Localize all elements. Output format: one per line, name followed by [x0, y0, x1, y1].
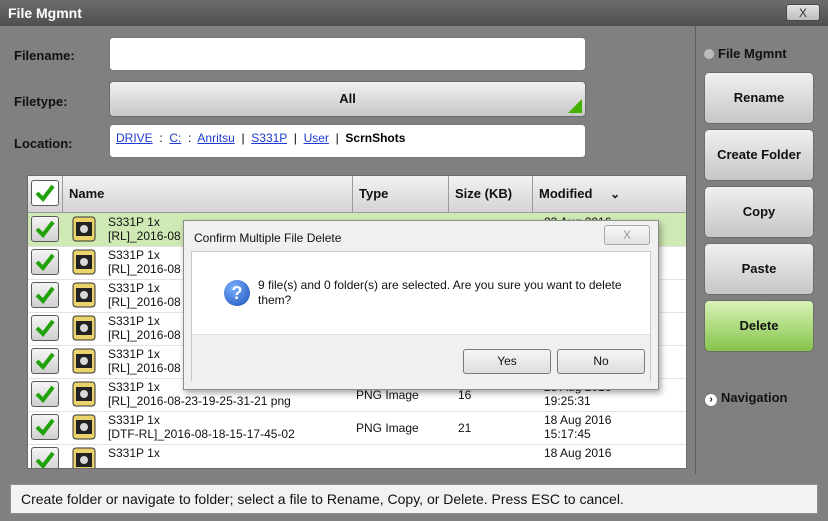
- file-name-line2: [RL]_2016-08: [108, 262, 181, 276]
- breadcrumb-s331p[interactable]: S331P: [251, 131, 287, 145]
- file-name-line1: S331P 1x: [108, 446, 160, 460]
- question-icon: ?: [224, 280, 250, 306]
- check-icon: [35, 385, 55, 404]
- file-name-line2: [RL]_2016-08: [108, 328, 181, 342]
- row-checkbox[interactable]: [31, 348, 59, 374]
- dropdown-corner-icon: [568, 99, 582, 113]
- file-modified-date: 18 Aug 2016: [544, 413, 612, 427]
- status-bar: Create folder or navigate to folder; sel…: [10, 484, 818, 514]
- row-checkbox[interactable]: [31, 414, 59, 440]
- row-checkbox[interactable]: [31, 216, 59, 242]
- file-name-line2: [DTF-RL]_2016-08-18-15-17-45-02: [108, 427, 295, 441]
- file-name-line1: S331P 1x: [108, 248, 160, 262]
- filetype-value: All: [339, 91, 356, 106]
- file-name-line1: S331P 1x: [108, 215, 160, 229]
- chevron-down-icon: ⌄: [610, 187, 621, 201]
- file-size: 21: [458, 421, 472, 435]
- file-name-line2: [RL]_2016-08: [108, 361, 181, 375]
- file-size: 16: [458, 388, 472, 402]
- breadcrumb-current-folder: ScrnShots: [345, 131, 406, 145]
- file-modified-time: 15:17:45: [544, 427, 591, 441]
- location-label: Location:: [14, 136, 73, 151]
- file-modified-date: 18 Aug 2016: [544, 446, 612, 460]
- create-folder-button[interactable]: Create Folder: [704, 129, 814, 181]
- panel-divider: [695, 26, 696, 474]
- file-mgmnt-window: File Mgmnt X Filename: Filetype: All Loc…: [0, 0, 828, 521]
- file-modified-time: 19:25:31: [544, 394, 591, 408]
- check-icon: [35, 352, 55, 371]
- check-icon: [35, 220, 55, 239]
- filename-field[interactable]: [109, 37, 586, 71]
- file-name-line1: S331P 1x: [108, 281, 160, 295]
- window-close-button[interactable]: X: [786, 4, 820, 21]
- filetype-selector[interactable]: All: [109, 81, 586, 117]
- yes-button[interactable]: Yes: [463, 349, 551, 374]
- row-checkbox[interactable]: [31, 249, 59, 275]
- location-breadcrumb: DRIVE : C: : Anritsu | S331P | User | Sc…: [109, 124, 586, 158]
- check-icon: [35, 319, 55, 338]
- dialog-footer: Yes No: [192, 334, 650, 381]
- copy-button[interactable]: Copy: [704, 186, 814, 238]
- window-title: File Mgmnt: [8, 5, 82, 21]
- check-icon: [35, 451, 55, 468]
- dialog-close-button[interactable]: X: [604, 225, 650, 245]
- column-type[interactable]: Type: [352, 176, 448, 212]
- file-name-line1: S331P 1x: [108, 413, 160, 427]
- confirm-delete-dialog: Confirm Multiple File Delete X ? 9 file(…: [183, 220, 659, 390]
- sidebar: File Mgmnt Rename Create Folder Copy Pas…: [698, 30, 828, 470]
- rename-button[interactable]: Rename: [704, 72, 814, 124]
- column-modified-label: Modified: [539, 186, 593, 201]
- file-type: PNG Image: [356, 421, 419, 435]
- paste-button[interactable]: Paste: [704, 243, 814, 295]
- navigation-label: Navigation: [721, 390, 788, 405]
- file-type: PNG Image: [356, 388, 419, 402]
- filetype-label: Filetype:: [14, 94, 68, 109]
- check-icon: [35, 253, 55, 272]
- collapse-icon: [704, 49, 714, 59]
- breadcrumb-user[interactable]: User: [304, 131, 329, 145]
- table-row[interactable]: S331P 1x [DTF-RL]_2016-08-18-15-17-45-02 P…: [28, 411, 686, 445]
- row-checkbox[interactable]: [31, 381, 59, 407]
- image-file-icon: [72, 216, 96, 242]
- filename-label: Filename:: [14, 48, 75, 63]
- row-checkbox[interactable]: [31, 282, 59, 308]
- check-icon: [35, 418, 55, 437]
- breadcrumb-anritsu[interactable]: Anritsu: [197, 131, 234, 145]
- dialog-message: 9 file(s) and 0 folder(s) are selected. …: [258, 278, 622, 307]
- image-file-icon: [72, 282, 96, 308]
- title-bar: File Mgmnt X: [0, 0, 828, 26]
- file-name-line1: S331P 1x: [108, 314, 160, 328]
- sidebar-header: File Mgmnt: [704, 46, 787, 61]
- row-checkbox[interactable]: [31, 315, 59, 341]
- delete-button[interactable]: Delete: [704, 300, 814, 352]
- image-file-icon: [72, 315, 96, 341]
- file-name-line2: [RL]_2016-08: [108, 229, 181, 243]
- chevron-right-icon: ›: [704, 393, 718, 407]
- image-file-icon: [72, 348, 96, 374]
- no-button[interactable]: No: [557, 349, 645, 374]
- check-icon: [35, 286, 55, 305]
- column-name[interactable]: Name: [62, 176, 352, 212]
- navigation-toggle[interactable]: › Navigation: [704, 390, 787, 407]
- breadcrumb-drive[interactable]: DRIVE: [116, 131, 153, 145]
- file-name-line2: [RL]_2016-08-23-19-25-31-21 png: [108, 394, 291, 408]
- breadcrumb-c[interactable]: C:: [169, 131, 181, 145]
- file-name-line1: S331P 1x: [108, 347, 160, 361]
- sidebar-header-label: File Mgmnt: [718, 46, 787, 61]
- file-name-line2: [RL]_2016-08: [108, 295, 181, 309]
- dialog-title: Confirm Multiple File Delete: [194, 231, 342, 245]
- row-checkbox[interactable]: [31, 447, 59, 468]
- image-file-icon: [72, 249, 96, 275]
- select-all-checkbox[interactable]: [31, 180, 59, 206]
- table-row[interactable]: S331P 1x 18 Aug 2016: [28, 444, 686, 468]
- column-size[interactable]: Size (KB): [448, 176, 532, 212]
- image-file-icon: [72, 414, 96, 440]
- check-icon: [35, 184, 55, 203]
- image-file-icon: [72, 381, 96, 407]
- file-name-line1: S331P 1x: [108, 380, 160, 394]
- file-list-header: Name Type Size (KB) Modified ⌄: [28, 176, 686, 213]
- image-file-icon: [72, 447, 96, 468]
- dialog-body: ? 9 file(s) and 0 folder(s) are selected…: [191, 251, 651, 381]
- column-modified[interactable]: Modified ⌄: [532, 176, 686, 212]
